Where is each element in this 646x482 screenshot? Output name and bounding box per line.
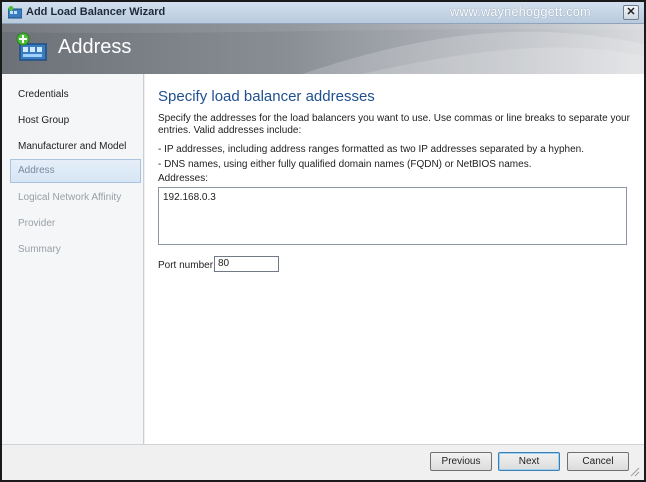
app-icon (8, 6, 22, 19)
title-bar[interactable]: Add Load Balancer Wizard www.waynehogget… (2, 2, 644, 24)
addresses-label: Addresses: (158, 173, 209, 184)
wizard-window: Add Load Balancer Wizard www.waynehogget… (0, 0, 646, 482)
ip-address-hint: - IP addresses, including address ranges… (158, 144, 584, 155)
nav-item-provider: Provider (18, 218, 56, 229)
nav-item-manufacturer-and-model[interactable]: Manufacturer and Model (10, 135, 141, 159)
cancel-button[interactable]: Cancel (567, 452, 629, 471)
close-button[interactable]: ✕ (623, 5, 639, 20)
previous-button[interactable]: Previous (430, 452, 492, 471)
nav-item-host-group[interactable]: Host Group (10, 109, 141, 133)
load-balancer-icon (16, 32, 47, 61)
close-icon: ✕ (626, 6, 636, 18)
nav-item-logical-network-affinity: Logical Network Affinity (18, 192, 122, 203)
header-banner: Address (2, 24, 644, 74)
addresses-textarea[interactable]: 192.168.0.3 (158, 187, 627, 245)
section-heading: Specify load balancer addresses (158, 88, 375, 105)
nav-item-address[interactable]: Address (10, 159, 141, 183)
port-number-label: Port number: (158, 260, 216, 271)
instructions-text: Specify the addresses for the load balan… (158, 113, 630, 136)
port-number-input[interactable]: 80 (214, 256, 279, 272)
resize-grip-icon[interactable] (630, 467, 640, 477)
wizard-nav: Credentials Host Group Manufacturer and … (2, 74, 144, 444)
window-title: Add Load Balancer Wizard (26, 6, 166, 18)
main-panel: Specify load balancer addresses Specify … (145, 74, 644, 444)
page-title: Address (58, 36, 132, 58)
nav-item-credentials[interactable]: Credentials (10, 83, 141, 107)
dns-name-hint: - DNS names, using either fully qualifie… (158, 159, 532, 170)
footer-bar: Previous Next Cancel (2, 444, 644, 480)
next-button[interactable]: Next (498, 452, 560, 471)
watermark: www.waynehoggett.com (450, 5, 591, 19)
nav-item-summary: Summary (18, 244, 61, 255)
